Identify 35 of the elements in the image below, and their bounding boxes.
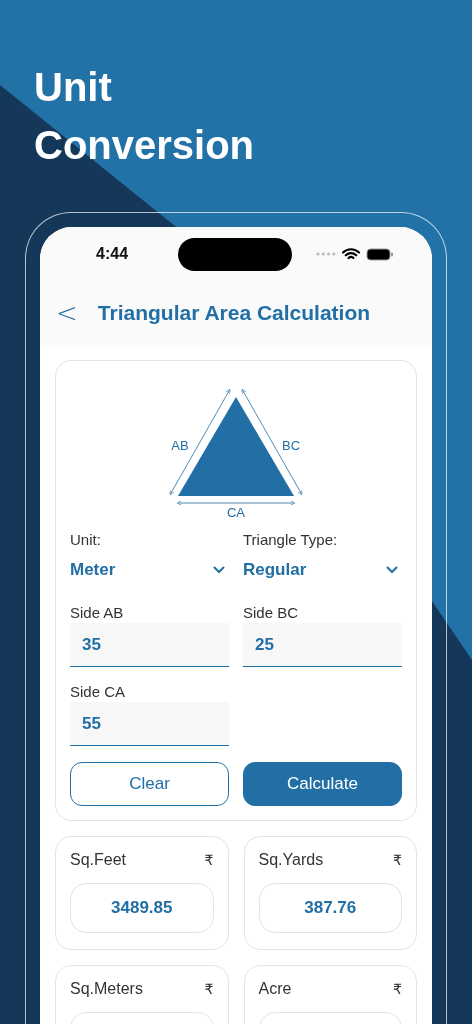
result-value: 387.76 bbox=[258, 883, 402, 933]
field-label: Triangle Type: bbox=[243, 531, 339, 548]
currency-symbol: ₹ bbox=[393, 852, 402, 868]
side-label: BC bbox=[281, 438, 301, 453]
input-field[interactable]: 35 bbox=[70, 623, 229, 667]
result-value: 3489.85 bbox=[70, 883, 214, 933]
page-title: Triangular Area Calculation bbox=[97, 301, 371, 325]
result-label: Sq.Yards bbox=[258, 851, 324, 869]
result-label: Sq.Feet bbox=[70, 851, 127, 869]
chevron-down-icon bbox=[386, 566, 398, 574]
result-label: Sq.Meters bbox=[70, 980, 143, 998]
input-field[interactable]: 55 bbox=[70, 702, 229, 746]
side-label: CA bbox=[226, 505, 246, 520]
signal-icon bbox=[316, 252, 336, 256]
headline: Unit bbox=[34, 64, 113, 111]
field-label: Side BC bbox=[243, 604, 300, 621]
currency-symbol: ₹ bbox=[393, 981, 402, 997]
input-field[interactable]: 25 bbox=[243, 623, 402, 667]
currency-symbol: ₹ bbox=[204, 852, 214, 868]
field-label: Side AB bbox=[70, 604, 125, 621]
currency-symbol: ₹ bbox=[204, 981, 214, 997]
calculate-button[interactable]: Calculate bbox=[243, 762, 402, 806]
battery-icon bbox=[366, 247, 394, 261]
side-label: AB bbox=[171, 438, 189, 453]
back-button[interactable]: < bbox=[52, 298, 82, 328]
field-label: Unit: bbox=[70, 531, 102, 548]
dropdown[interactable]: Regular bbox=[243, 548, 402, 592]
result-label: Acre bbox=[258, 980, 292, 998]
dropdown[interactable]: Meter bbox=[70, 548, 229, 592]
clear-button[interactable]: Clear bbox=[70, 762, 229, 806]
status-time: 4:44 bbox=[96, 245, 130, 263]
chevron-down-icon bbox=[213, 566, 225, 574]
headline: Conversion bbox=[34, 122, 256, 169]
field-label: Side CA bbox=[70, 683, 127, 700]
wifi-icon bbox=[342, 247, 360, 261]
